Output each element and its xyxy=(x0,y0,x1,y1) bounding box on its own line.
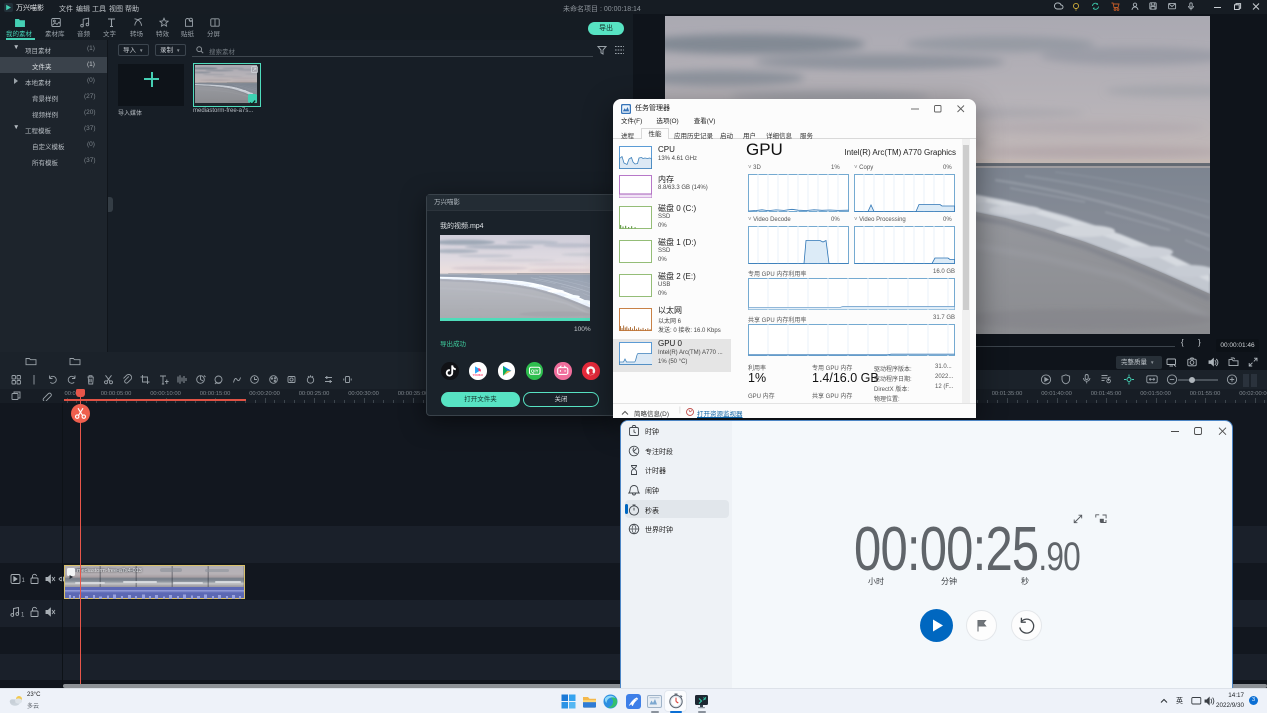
svg-text:QIY: QIY xyxy=(531,369,539,374)
svg-text:1: 1 xyxy=(22,578,26,584)
svg-text:YOUKU: YOUKU xyxy=(473,373,484,377)
svg-text:1: 1 xyxy=(21,613,25,619)
